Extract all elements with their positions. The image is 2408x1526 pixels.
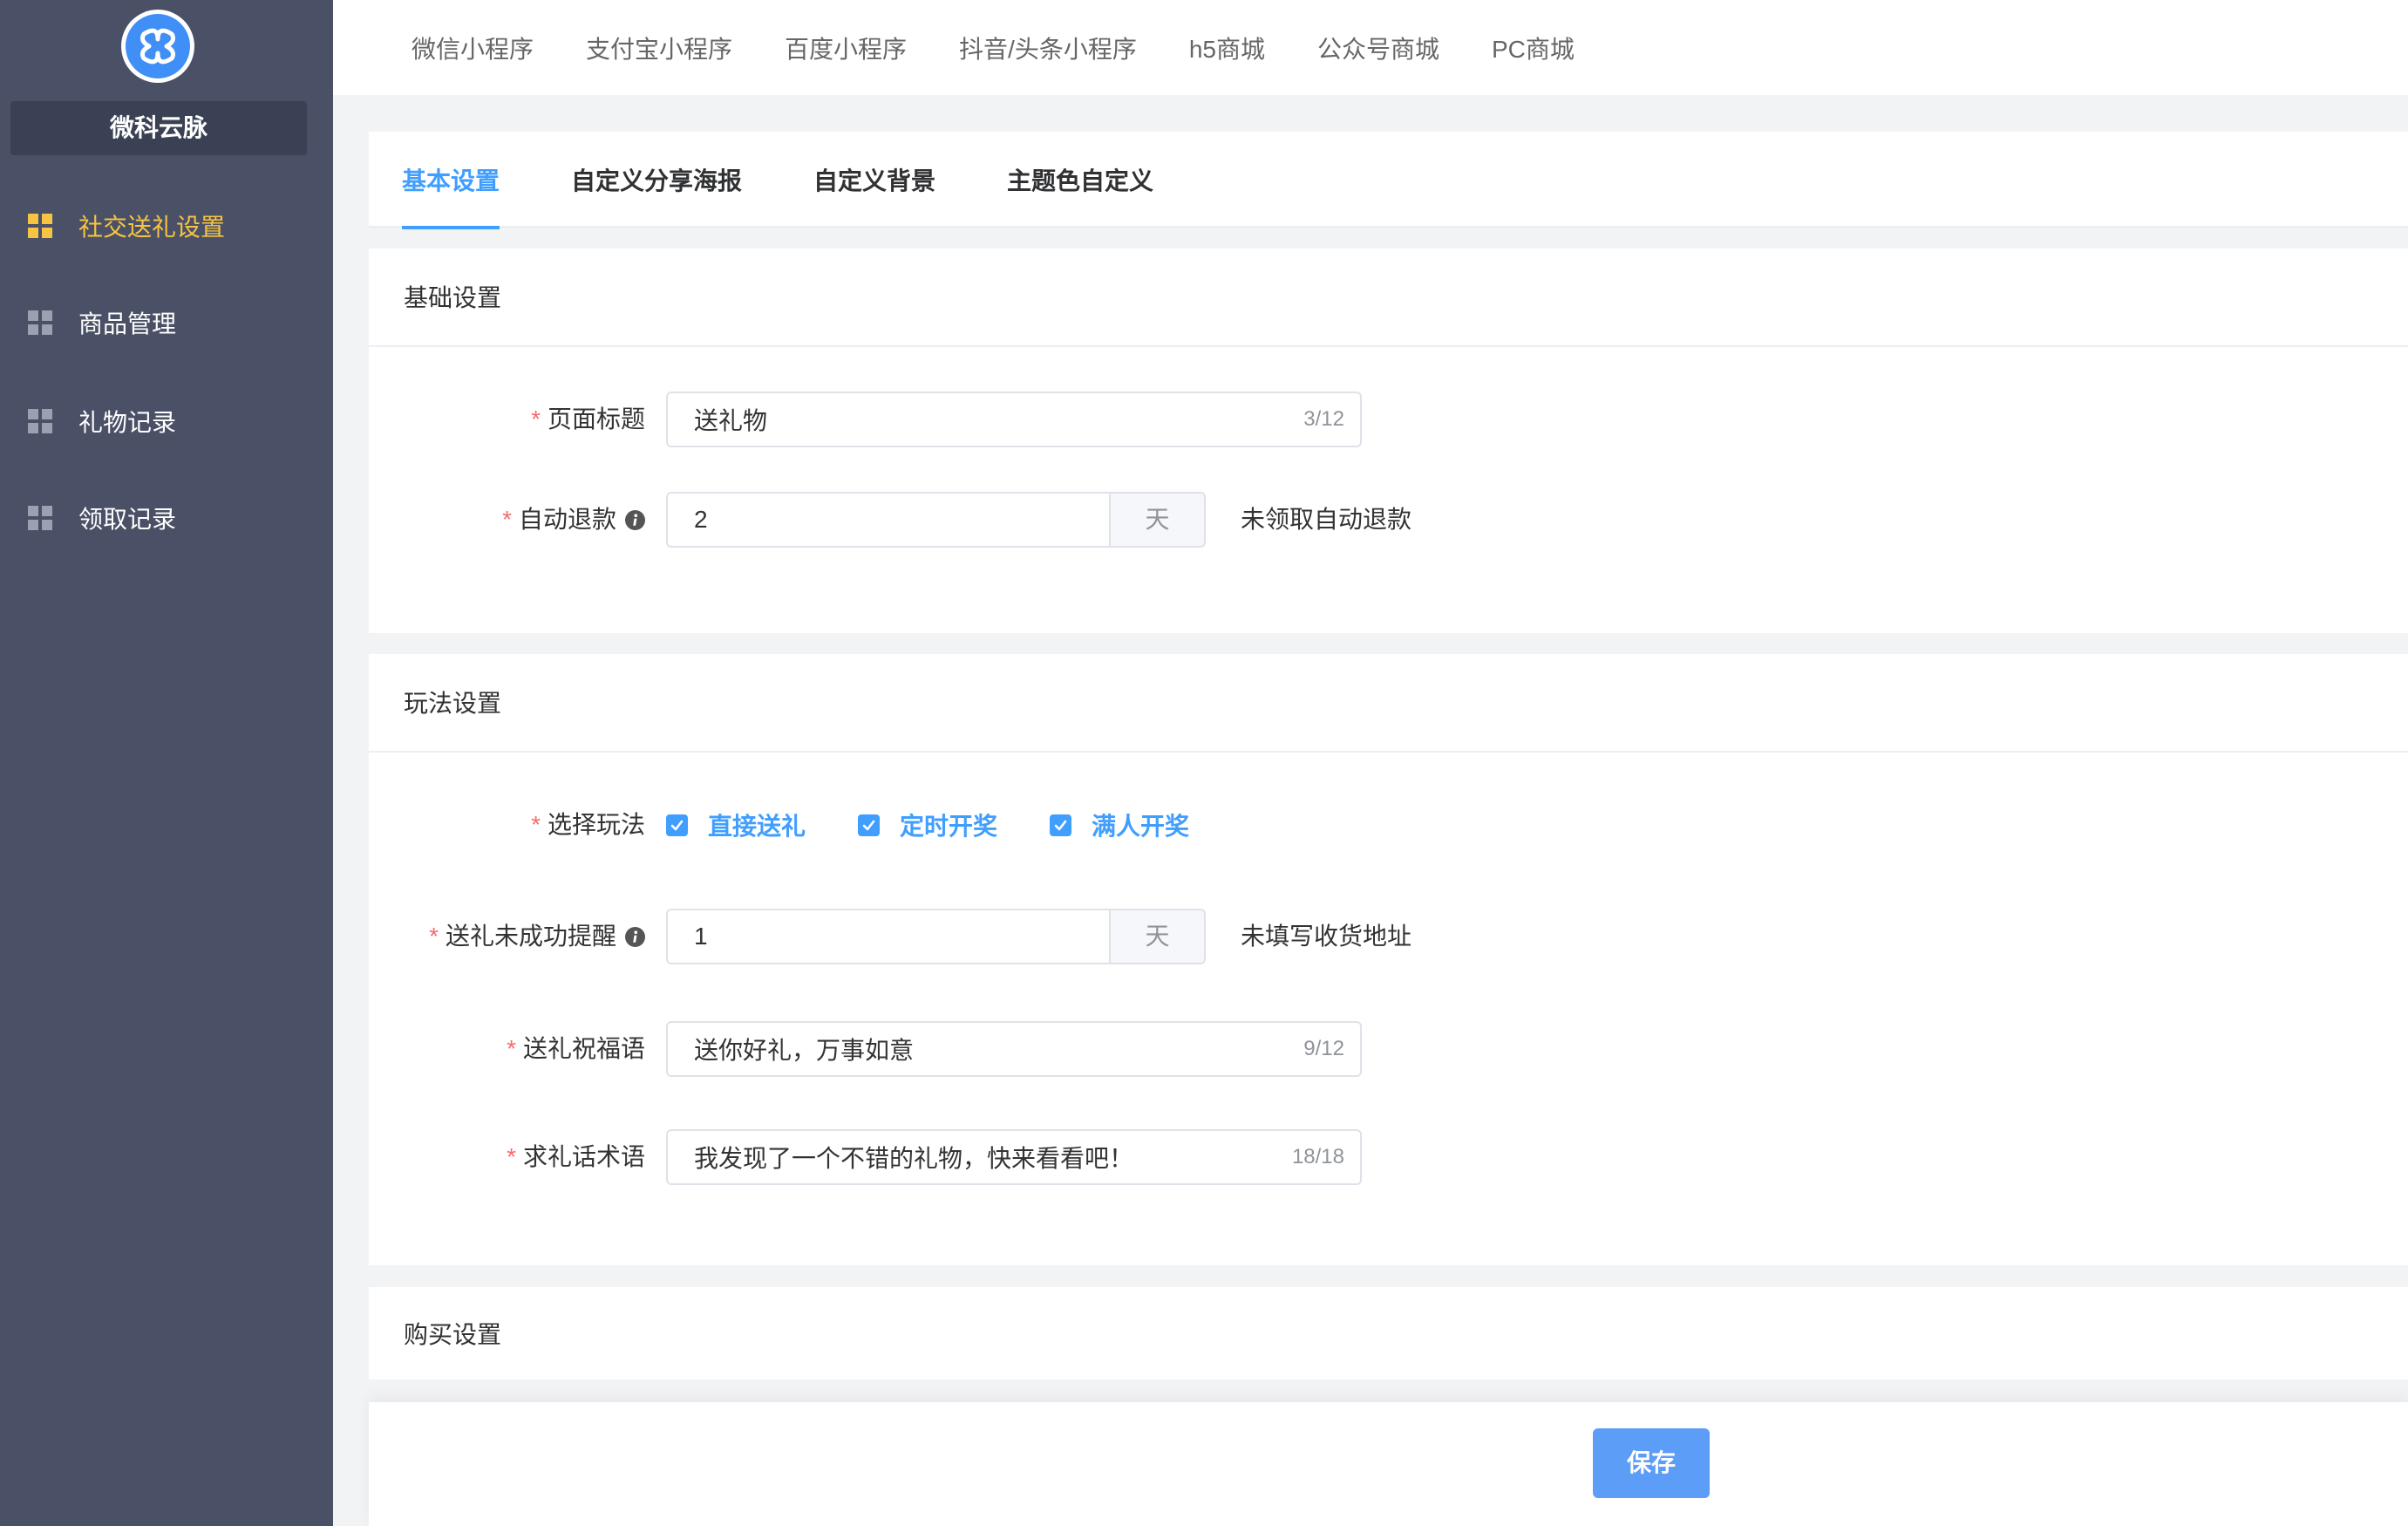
request-phrase-field: *求礼话术语 18/18 xyxy=(369,1129,2408,1185)
page-title-input-text[interactable] xyxy=(694,405,1294,433)
check-icon xyxy=(670,820,684,830)
auto-refund-input-group: 天 xyxy=(666,492,1206,548)
play-mode-checkbox-group: 直接送礼 定时开奖 满人开奖 xyxy=(666,797,1241,853)
platform-tab-official-account-mall[interactable]: 公众号商城 xyxy=(1317,31,1439,65)
info-icon[interactable] xyxy=(625,911,645,947)
field-label: * 送礼未成功提醒 xyxy=(369,909,645,964)
auto-refund-input-text[interactable] xyxy=(694,506,1109,534)
unit-addon: 天 xyxy=(1109,909,1206,964)
char-counter: 3/12 xyxy=(1303,407,1344,431)
checkbox-label[interactable]: 定时开奖 xyxy=(900,807,997,842)
sidebar-item-label: 商品管理 xyxy=(78,310,177,337)
tab-basic-settings[interactable]: 基本设置 xyxy=(402,132,500,229)
check-icon xyxy=(862,820,875,830)
field-hint: 未领取自动退款 xyxy=(1241,506,1412,533)
sidebar-item-label: 礼物记录 xyxy=(78,409,177,436)
grid-icon xyxy=(28,214,52,238)
field-label-text: 自动退款 xyxy=(518,506,616,533)
tab-custom-background[interactable]: 自定义背景 xyxy=(813,132,935,228)
sidebar-item-label: 社交送礼设置 xyxy=(78,214,226,241)
blessing-input-text[interactable] xyxy=(694,1035,1294,1063)
char-counter: 18/18 xyxy=(1291,1145,1344,1168)
grid-icon xyxy=(28,506,52,530)
field-label: * 自动退款 xyxy=(369,492,645,548)
info-icon[interactable] xyxy=(625,494,645,530)
checkbox[interactable] xyxy=(858,814,881,836)
checkbox-label[interactable]: 直接送礼 xyxy=(708,807,806,842)
play-mode-option-full-draw[interactable]: 满人开奖 xyxy=(1050,807,1189,842)
sidebar-item-gift-records[interactable]: 礼物记录 xyxy=(0,386,333,456)
platform-tab-wechat-miniprogram[interactable]: 微信小程序 xyxy=(412,31,534,65)
field-label-text: 送礼祝福语 xyxy=(522,1035,645,1062)
grid-icon xyxy=(28,310,52,335)
brand-name: 微科云脉 xyxy=(10,101,307,155)
page-title-input[interactable]: 3/12 xyxy=(666,392,1362,447)
checkbox[interactable] xyxy=(666,814,688,836)
field-label-text: 送礼未成功提醒 xyxy=(445,923,616,950)
field-label-text: 页面标题 xyxy=(547,405,645,433)
platform-tab-baidu-miniprogram[interactable]: 百度小程序 xyxy=(785,31,907,65)
action-footer: 保存 xyxy=(369,1402,2408,1526)
settings-tab-bar: 基本设置 自定义分享海报 自定义背景 主题色自定义 xyxy=(369,132,2408,229)
play-settings-card: 玩法设置 * 选择玩法 直接送礼 定时开奖 满人开奖 * 送礼未成功提醒 1 天… xyxy=(369,654,2408,1265)
sidebar-item-social-gift-settings[interactable]: 社交送礼设置 xyxy=(0,191,333,261)
section-title: 购买设置 xyxy=(404,1321,502,1348)
sidebar-item-label: 领取记录 xyxy=(78,506,177,533)
unit-addon: 天 xyxy=(1109,492,1206,548)
purchase-settings-card: 购买设置 xyxy=(369,1287,2408,1380)
required-mark: * xyxy=(531,811,541,838)
play-mode-option-timed-draw[interactable]: 定时开奖 xyxy=(858,807,997,842)
tab-custom-share-poster[interactable]: 自定义分享海报 xyxy=(571,132,742,228)
platform-tab-h5-mall[interactable]: h5商城 xyxy=(1189,31,1265,65)
required-mark: * xyxy=(507,1143,516,1170)
section-title: 玩法设置 xyxy=(369,654,2408,753)
platform-tab-douyin-toutiao-miniprogram[interactable]: 抖音/头条小程序 xyxy=(959,31,1137,65)
required-mark: * xyxy=(502,506,512,533)
page-title-field: *页面标题 3/12 xyxy=(369,392,2408,447)
checkbox[interactable] xyxy=(1050,814,1072,836)
sidebar-item-product-management[interactable]: 商品管理 xyxy=(0,288,333,358)
field-label: * 求礼话术语 xyxy=(369,1129,645,1185)
grid-icon xyxy=(28,409,52,433)
required-mark: * xyxy=(531,405,541,433)
request-phrase-input-text[interactable] xyxy=(694,1143,1282,1171)
checkbox-label[interactable]: 满人开奖 xyxy=(1092,807,1189,842)
unsuccessful-reminder-input-group: 天 xyxy=(666,909,1206,964)
field-label-text: 求礼话术语 xyxy=(522,1143,645,1170)
play-mode-field: * 选择玩法 直接送礼 定时开奖 满人开奖 xyxy=(369,797,2408,853)
auto-refund-input[interactable] xyxy=(666,492,1109,548)
char-counter: 9/12 xyxy=(1303,1037,1344,1060)
save-button[interactable]: 保存 xyxy=(1593,1428,1710,1498)
auto-refund-field: *自动退款 天 未领取自动退款 xyxy=(369,492,2408,548)
request-phrase-input[interactable]: 18/18 xyxy=(666,1129,1362,1185)
unsuccessful-reminder-input[interactable] xyxy=(666,909,1109,964)
play-mode-option-direct-gift[interactable]: 直接送礼 xyxy=(666,807,806,842)
check-icon xyxy=(1054,820,1067,830)
brand-logo-icon[interactable] xyxy=(121,10,194,83)
blessing-input[interactable]: 9/12 xyxy=(666,1021,1362,1077)
blessing-field: *送礼祝福语 9/12 xyxy=(369,1021,2408,1077)
sidebar-item-claim-records[interactable]: 领取记录 xyxy=(0,483,333,553)
section-title: 基础设置 xyxy=(369,249,2408,347)
platform-tab-alipay-miniprogram[interactable]: 支付宝小程序 xyxy=(586,31,732,65)
platform-tab-bar: 微信小程序 支付宝小程序 百度小程序 抖音/头条小程序 h5商城 公众号商城 P… xyxy=(333,0,2408,95)
field-label-text: 选择玩法 xyxy=(547,811,645,838)
field-label: * 选择玩法 xyxy=(369,797,645,853)
field-hint: 未填写收货地址 xyxy=(1241,923,1412,950)
sidebar: 微科云脉 社交送礼设置 商品管理 礼物记录 领取记录 xyxy=(0,0,333,1526)
basic-settings-card: 基础设置 *页面标题 3/12 *自动退款 天 未领取自动退款 xyxy=(369,249,2408,633)
field-label: * 送礼祝福语 xyxy=(369,1021,645,1077)
unsuccessful-reminder-input-text[interactable] xyxy=(694,923,1109,950)
required-mark: * xyxy=(507,1035,516,1062)
platform-tab-pc-mall[interactable]: PC商城 xyxy=(1492,31,1575,65)
field-label: * 页面标题 xyxy=(369,392,645,447)
tab-theme-color[interactable]: 主题色自定义 xyxy=(1007,132,1153,228)
required-mark: * xyxy=(429,923,439,950)
unsuccessful-reminder-field: *送礼未成功提醒 天 未填写收货地址 xyxy=(369,909,2408,964)
